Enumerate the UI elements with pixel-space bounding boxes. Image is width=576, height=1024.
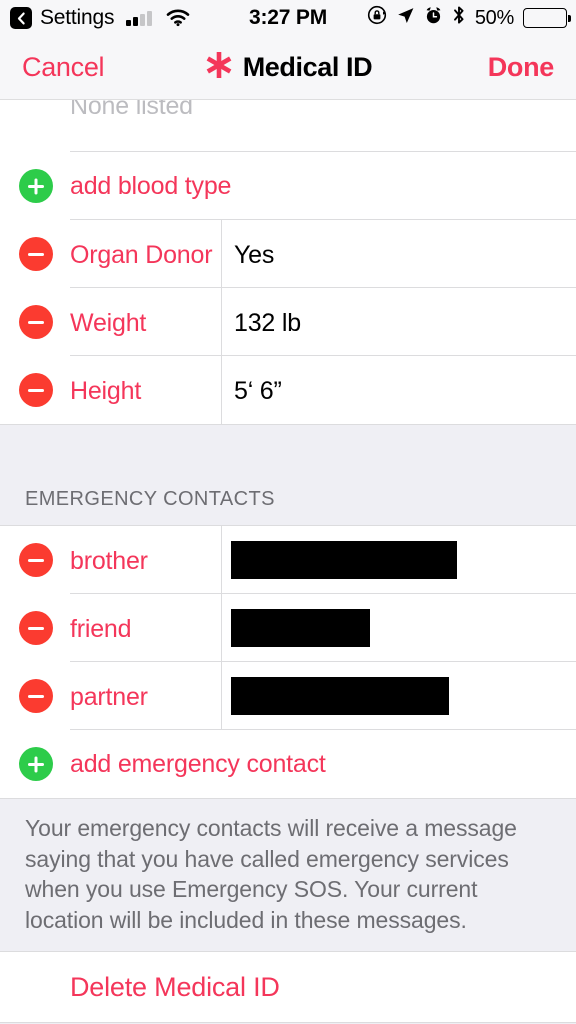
row-value[interactable]: 132 lb — [234, 309, 301, 338]
table-row[interactable]: partner — [0, 662, 576, 730]
row-value[interactable]: 5‘ 6” — [234, 377, 282, 406]
conditions-placeholder-row[interactable]: None listed — [0, 100, 576, 152]
row-label: Weight — [70, 309, 147, 337]
remove-circle-icon[interactable] — [19, 543, 53, 577]
delete-medical-id-label: Delete Medical ID — [70, 972, 280, 1003]
alarm-clock-icon — [424, 6, 443, 31]
none-listed-text: None listed — [70, 100, 193, 120]
table-row[interactable]: brother — [0, 526, 576, 594]
status-bar-right: 50% — [367, 5, 571, 31]
row-label: Height — [70, 377, 142, 405]
emergency-contacts-section-header: EMERGENCY CONTACTS — [0, 424, 576, 526]
remove-circle-icon[interactable] — [19, 237, 53, 271]
contact-relation-label: partner — [70, 683, 148, 711]
table-row[interactable]: Weight 132 lb — [0, 288, 576, 356]
table-row[interactable]: friend — [0, 594, 576, 662]
redacted-contact-name — [231, 541, 457, 579]
add-blood-type-label: add blood type — [70, 172, 232, 200]
redacted-contact-name — [231, 609, 370, 647]
location-arrow-icon — [396, 6, 415, 31]
remove-circle-icon[interactable] — [19, 373, 53, 407]
bluetooth-icon — [452, 5, 466, 31]
row-value[interactable]: Yes — [234, 241, 274, 270]
navigation-bar: Cancel Medical ID Done — [0, 36, 576, 100]
add-blood-type-row[interactable]: add blood type — [0, 152, 576, 220]
medical-id-form[interactable]: None listed add blood type Organ Donor Y… — [0, 100, 576, 1024]
page-title: Medical ID — [242, 52, 373, 82]
rotation-lock-icon — [367, 5, 387, 31]
add-circle-icon[interactable] — [19, 747, 53, 781]
emergency-contacts-footer-note: Your emergency contacts will receive a m… — [0, 798, 576, 953]
status-bar: Settings 3:27 PM 50% — [0, 0, 576, 36]
row-label: Organ Donor — [70, 241, 213, 269]
medical-asterisk-icon — [204, 49, 234, 86]
add-emergency-contact-label: add emergency contact — [70, 750, 326, 778]
battery-percent-label: 50% — [474, 6, 514, 29]
table-row[interactable]: Organ Donor Yes — [0, 220, 576, 288]
battery-icon — [523, 8, 571, 28]
done-button[interactable]: Done — [488, 52, 555, 83]
contact-relation-label: friend — [70, 615, 132, 643]
delete-medical-id-row[interactable]: Delete Medical ID — [0, 952, 576, 1023]
redacted-contact-name — [231, 677, 449, 715]
cancel-button[interactable]: Cancel — [22, 52, 105, 83]
section-header-label: EMERGENCY CONTACTS — [25, 488, 275, 510]
remove-circle-icon[interactable] — [19, 611, 53, 645]
medical-id-screen: Settings 3:27 PM 50% Cancel Medical ID D… — [0, 0, 576, 1024]
add-emergency-contact-row[interactable]: add emergency contact — [0, 730, 576, 798]
remove-circle-icon[interactable] — [19, 679, 53, 713]
table-row[interactable]: Height 5‘ 6” — [0, 356, 576, 424]
contact-relation-label: brother — [70, 547, 148, 575]
remove-circle-icon[interactable] — [19, 305, 53, 339]
add-circle-icon[interactable] — [19, 169, 53, 203]
